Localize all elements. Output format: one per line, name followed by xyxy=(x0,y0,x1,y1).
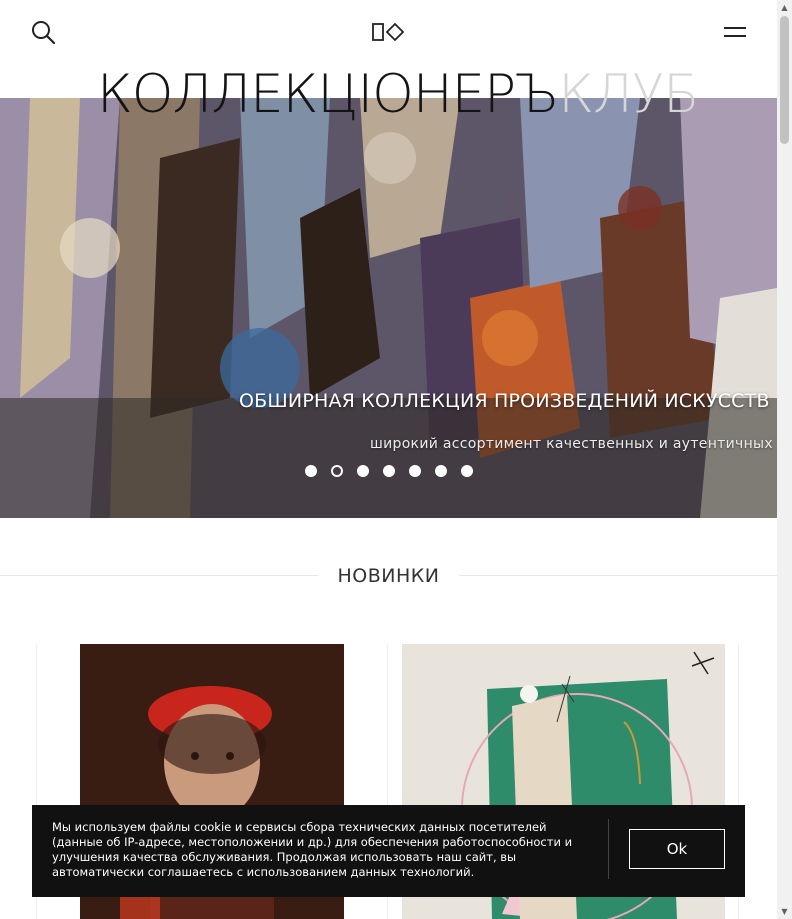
slider-dot[interactable] xyxy=(383,465,395,477)
hero-slider[interactable]: ОБШИРНАЯ КОЛЛЕКЦИЯ ПРОИЗВЕДЕНИЙ ИСКУССТВ… xyxy=(0,98,777,518)
new-arrivals-heading: НОВИНКИ xyxy=(0,560,777,590)
section-title: НОВИНКИ xyxy=(337,565,440,587)
slider-dot[interactable] xyxy=(305,465,317,477)
brand-name-light: КЛУБ xyxy=(558,64,699,125)
hamburger-menu-icon[interactable] xyxy=(722,24,748,40)
slider-dot[interactable] xyxy=(461,465,473,477)
hero-subtitle: широкий ассортимент качественных и аутен… xyxy=(370,436,777,452)
slider-dot-active[interactable] xyxy=(331,465,343,477)
scroll-down-arrow-icon[interactable]: ▼ xyxy=(777,904,792,919)
slider-dot[interactable] xyxy=(409,465,421,477)
cookie-banner: Мы используем файлы cookie и сервисы сбо… xyxy=(32,805,745,897)
brand-logo-icon[interactable] xyxy=(370,20,408,44)
search-icon[interactable] xyxy=(30,19,56,45)
divider xyxy=(459,575,777,576)
divider xyxy=(608,819,609,879)
scrollbar-thumb[interactable] xyxy=(780,16,789,144)
slider-pagination xyxy=(305,465,473,477)
cookie-notice-text: Мы используем файлы cookie и сервисы сбо… xyxy=(52,820,573,879)
hero-painting-image xyxy=(0,98,777,518)
cookie-accept-button[interactable]: Ok xyxy=(629,829,725,869)
page-scrollbar[interactable]: ▲ ▼ xyxy=(777,0,792,919)
scroll-up-arrow-icon[interactable]: ▲ xyxy=(777,0,792,15)
brand-wordmark[interactable]: КОЛЛЕКЦІОНЕРЪКЛУБ xyxy=(97,68,700,121)
hero-title: ОБШИРНАЯ КОЛЛЕКЦИЯ ПРОИЗВЕДЕНИЙ ИСКУССТВ xyxy=(239,390,770,412)
brand-name-dark: КОЛЛЕКЦІОНЕРЪ xyxy=(97,64,559,125)
slider-dot[interactable] xyxy=(435,465,447,477)
slider-dot[interactable] xyxy=(357,465,369,477)
